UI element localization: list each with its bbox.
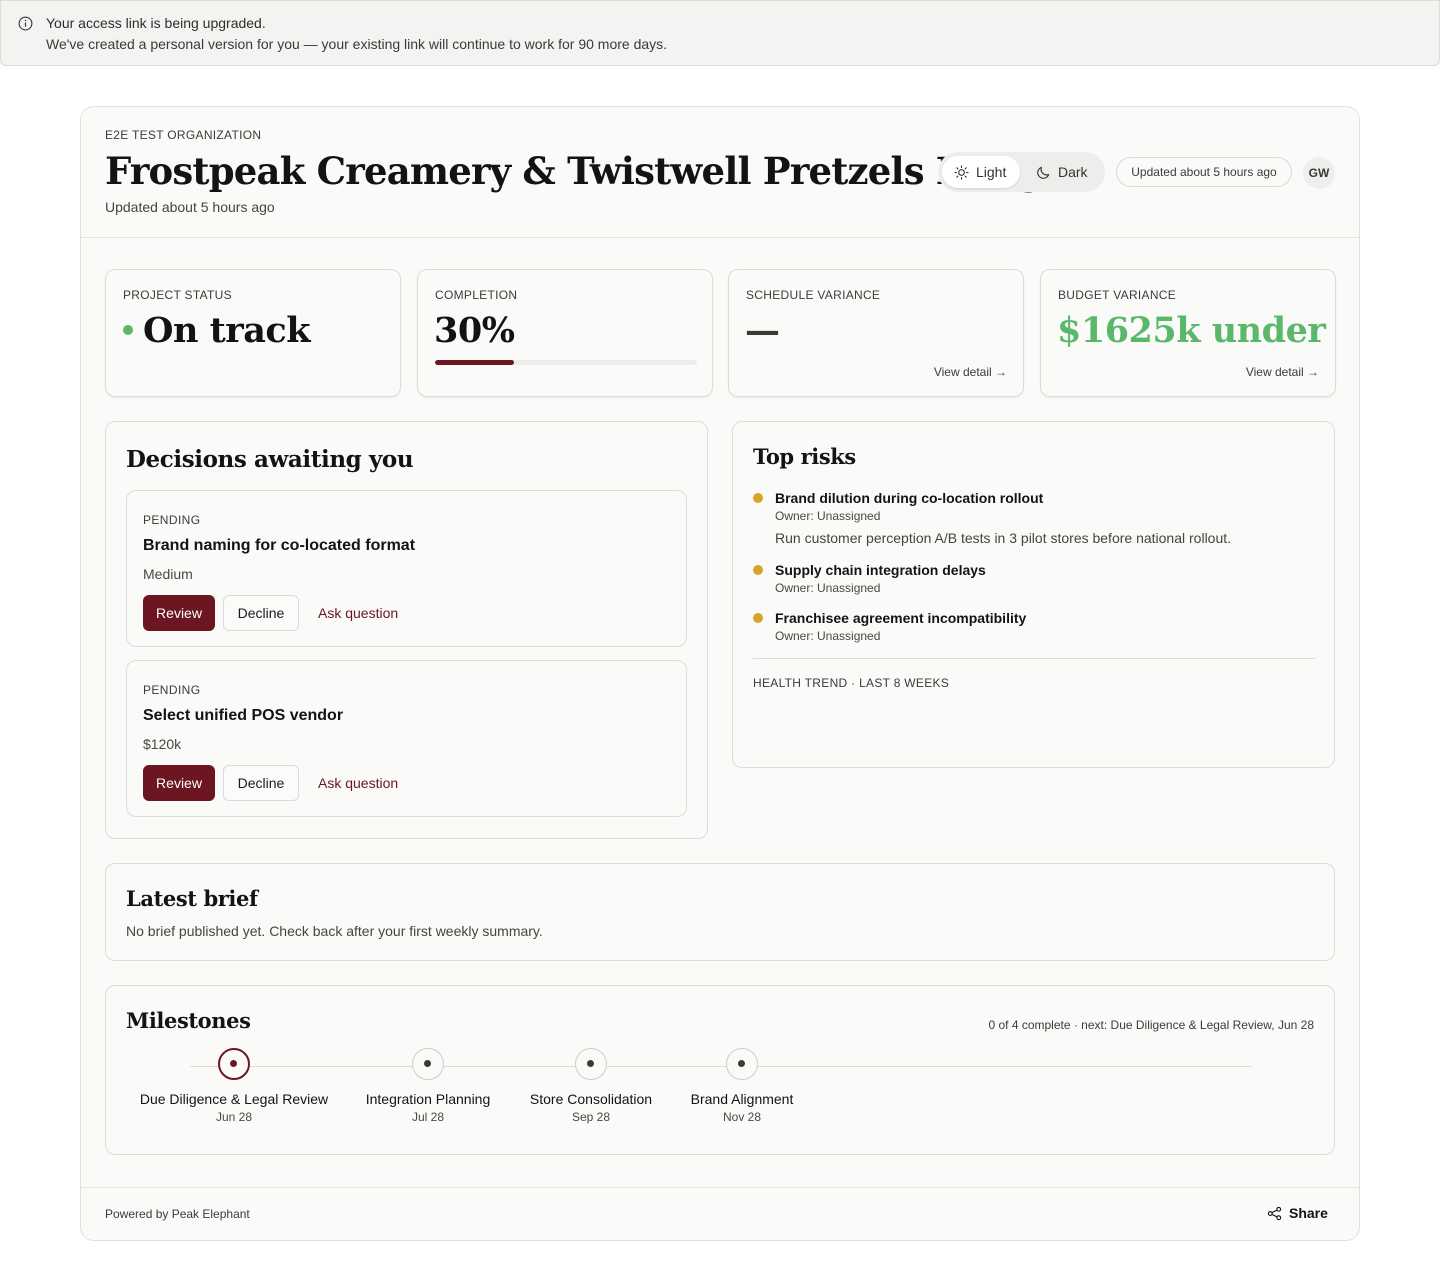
risks-title: Top risks [753,444,856,469]
health-trend-label: HEALTH TREND · LAST 8 WEEKS [753,676,950,690]
milestones-panel: Milestones 0 of 4 complete · next: Due D… [105,985,1335,1155]
kpi-budget-label: BUDGET VARIANCE [1058,288,1177,302]
milestone-node [726,1048,758,1080]
moon-icon [1037,166,1050,179]
budget-view-detail-link[interactable]: View detail → [1246,365,1319,379]
avatar[interactable]: GW [1303,157,1335,189]
latest-brief-panel: Latest brief No brief published yet. Che… [105,863,1335,961]
kpi-budget-variance: BUDGET VARIANCE $1625k under View detail… [1040,269,1336,397]
organization-label: E2E TEST ORGANIZATION [105,128,262,142]
review-button[interactable]: Review [143,595,215,631]
decision-status: PENDING [143,513,201,527]
milestone-item[interactable]: Due Diligence & Legal Review Jun 28 [124,1048,344,1124]
review-button[interactable]: Review [143,765,215,801]
updated-badge: Updated about 5 hours ago [1116,157,1292,187]
ask-question-link[interactable]: Ask question [318,605,398,621]
milestone-node [575,1048,607,1080]
risk-severity-dot [753,493,763,503]
risk-title: Franchisee agreement incompatibility [775,610,1027,626]
theme-dark-button[interactable]: Dark [1024,156,1102,188]
risks-panel: Top risks Brand dilution during co-locat… [732,421,1335,768]
risk-owner: Owner: Unassigned [775,509,881,523]
decision-card: PENDING Brand naming for co-located form… [126,490,687,647]
kpi-schedule-variance: SCHEDULE VARIANCE — View detail → [728,269,1024,397]
milestone-date: Jun 28 [215,1110,253,1124]
banner-title: Your access link is being upgraded. [46,15,266,31]
status-dot [123,325,133,335]
risk-owner: Owner: Unassigned [775,581,881,595]
info-icon [18,16,33,31]
powered-by-label: Powered by Peak Elephant [105,1207,250,1221]
kpi-project-status: PROJECT STATUS On track [105,269,401,397]
decision-card: PENDING Select unified POS vendor $120k … [126,660,687,817]
kpi-schedule-value: — [745,310,780,351]
kpi-schedule-label: SCHEDULE VARIANCE [746,288,881,302]
page-subtitle: Updated about 5 hours ago [105,199,275,215]
theme-dark-label: Dark [1058,164,1088,180]
decision-title: Brand naming for co-located format [143,537,416,554]
risk-title: Supply chain integration delays [775,562,986,578]
header-divider [81,237,1359,238]
milestone-node [412,1048,444,1080]
kpi-status-value: On track [143,310,310,351]
banner-body: We've created a personal version for you… [46,36,668,52]
milestones-summary: 0 of 4 complete · next: Due Diligence & … [988,1018,1314,1032]
risks-divider [753,658,1315,659]
project-dashboard-card: E2E TEST ORGANIZATION Frostpeak Creamery… [80,106,1360,1241]
upgrade-banner: Your access link is being upgraded. We'v… [0,0,1440,66]
decisions-panel: Decisions awaiting you PENDING Brand nam… [105,421,708,839]
milestone-name: Brand Alignment [690,1091,794,1107]
share-icon [1267,1206,1282,1220]
kpi-completion: COMPLETION 30% [417,269,713,397]
kpi-status-label: PROJECT STATUS [123,288,232,302]
brief-body: No brief published yet. Check back after… [126,923,543,939]
decisions-title: Decisions awaiting you [126,446,414,473]
sun-icon [954,164,969,180]
decision-meta: Medium [143,566,193,582]
completion-progress-fill [435,360,514,365]
risk-owner: Owner: Unassigned [775,629,881,643]
kpi-completion-value: 30% [434,310,515,351]
kpi-budget-value: $1625k under [1057,310,1326,351]
risk-title: Brand dilution during co-location rollou… [775,490,1044,506]
decision-title: Select unified POS vendor [143,707,344,724]
milestones-title: Milestones [126,1008,251,1033]
risk-severity-dot [753,565,763,575]
footer-divider [81,1187,1359,1188]
milestone-item[interactable]: Brand Alignment Nov 28 [632,1048,852,1124]
decision-status: PENDING [143,683,201,697]
decline-button[interactable]: Decline [223,595,299,631]
schedule-view-detail-link[interactable]: View detail → [934,365,1007,379]
brief-title: Latest brief [126,886,258,911]
risk-severity-dot [753,613,763,623]
milestone-name: Due Diligence & Legal Review [139,1091,329,1107]
ask-question-link[interactable]: Ask question [318,775,398,791]
theme-light-label: Light [976,164,1007,180]
milestone-current-node [218,1048,250,1080]
completion-progress-bar [435,360,697,365]
decision-meta: $120k [143,736,182,752]
decline-button[interactable]: Decline [223,765,299,801]
theme-toggle: Light Dark [938,152,1105,192]
milestone-date: Nov 28 [722,1110,762,1124]
theme-light-button[interactable]: Light [942,156,1020,188]
risk-mitigation: Run customer perception A/B tests in 3 p… [775,530,1232,546]
share-label: Share [1289,1205,1328,1221]
kpi-completion-label: COMPLETION [435,288,518,302]
share-button[interactable]: Share [1267,1205,1328,1221]
